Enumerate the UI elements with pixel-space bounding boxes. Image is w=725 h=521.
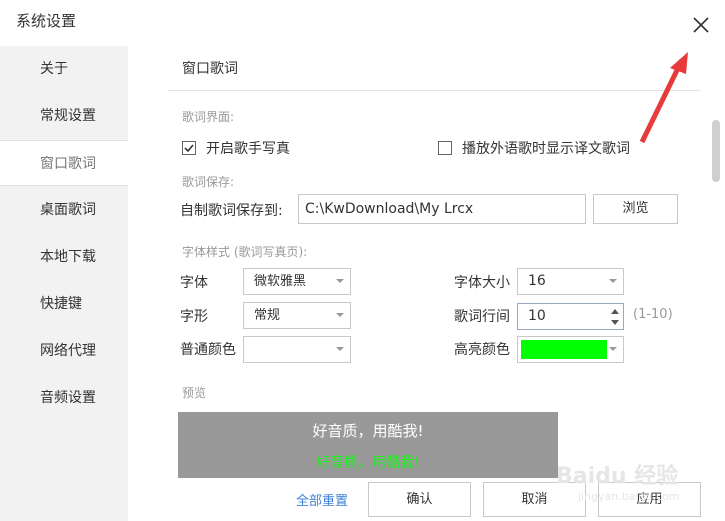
confirm-button[interactable]: 确认 <box>368 482 471 517</box>
font-label: 字体 <box>180 275 208 291</box>
font-style-label: 字体样式 (歌词写真页): <box>182 245 308 259</box>
sidebar: 关于 常规设置 窗口歌词 桌面歌词 本地下载 快捷键 网络代理 音频设置 <box>0 46 128 521</box>
section-divider <box>168 90 700 91</box>
highlight-color-swatch <box>521 340 607 359</box>
font-shape-label: 字形 <box>180 309 208 325</box>
chevron-down-icon <box>336 279 344 283</box>
save-path-input[interactable]: C:\KwDownload\My Lrcx <box>298 194 586 224</box>
lyrics-save-label: 歌词保存: <box>182 175 235 189</box>
font-shape-value: 常规 <box>254 308 281 323</box>
normal-color-picker[interactable] <box>243 336 351 363</box>
sidebar-item-desktop-lyrics[interactable]: 桌面歌词 <box>0 187 128 233</box>
line-spacing-stepper[interactable]: 10 <box>517 303 624 330</box>
font-size-select[interactable]: 16 <box>517 268 624 295</box>
line-spacing-range: (1-10) <box>633 307 673 322</box>
section-title: 窗口歌词 <box>182 61 238 77</box>
chevron-down-icon <box>336 347 344 351</box>
chevron-down-icon <box>609 279 617 283</box>
scrollbar[interactable] <box>712 120 720 182</box>
watermark-sub: jingyan.baidu.com <box>578 490 680 503</box>
preview-line-normal: 好音质，用酷我! <box>312 422 424 440</box>
highlight-color-picker[interactable] <box>517 336 624 363</box>
sidebar-item-local-download[interactable]: 本地下载 <box>0 234 128 280</box>
font-shape-select[interactable]: 常规 <box>243 302 351 329</box>
line-spacing-value: 10 <box>528 308 546 324</box>
font-select-value: 微软雅黑 <box>254 274 307 289</box>
font-size-label: 字体大小 <box>454 275 510 291</box>
sidebar-item-about[interactable]: 关于 <box>0 46 128 92</box>
reset-all-link[interactable]: 全部重置 <box>296 490 348 509</box>
sidebar-item-network-proxy[interactable]: 网络代理 <box>0 328 128 374</box>
translation-label[interactable]: 播放外语歌时显示译文歌词 <box>462 138 630 158</box>
line-spacing-label: 歌词行间 <box>454 309 510 325</box>
highlight-color-label: 高亮颜色 <box>454 342 510 358</box>
preview-label: 预览 <box>182 386 207 400</box>
translation-checkbox[interactable] <box>438 141 452 155</box>
title-bar: 系统设置 <box>0 0 725 46</box>
watermark: Baidu 经验 <box>556 464 679 489</box>
lyrics-preview: 好音质，用酷我! 好音质，用酷我! <box>178 412 558 478</box>
chevron-down-icon <box>609 347 617 351</box>
singer-photo-label[interactable]: 开启歌手写真 <box>206 138 290 158</box>
sidebar-item-audio[interactable]: 音频设置 <box>0 375 128 421</box>
sidebar-item-shortcuts[interactable]: 快捷键 <box>0 281 128 327</box>
singer-photo-checkbox[interactable] <box>182 141 196 155</box>
sidebar-item-window-lyrics[interactable]: 窗口歌词 <box>0 140 128 186</box>
close-icon[interactable] <box>690 14 712 36</box>
chevron-down-icon <box>336 313 344 317</box>
browse-button[interactable]: 浏览 <box>593 194 678 224</box>
preview-line-highlight: 好音质，用酷我! <box>316 455 420 471</box>
window-title: 系统设置 <box>16 12 77 30</box>
annotation-arrow-icon <box>639 52 688 144</box>
font-select[interactable]: 微软雅黑 <box>243 268 351 295</box>
font-size-value: 16 <box>528 273 546 289</box>
save-path-label: 自制歌词保存到: <box>180 203 283 219</box>
settings-panel: 窗口歌词 歌词界面: 开启歌手写真 播放外语歌时显示译文歌词 歌词保存: 自制歌… <box>128 46 708 521</box>
lyrics-ui-label: 歌词界面: <box>182 110 235 124</box>
sidebar-item-general[interactable]: 常规设置 <box>0 93 128 139</box>
stepper-arrows-icon[interactable] <box>611 308 619 326</box>
normal-color-label: 普通颜色 <box>180 342 236 358</box>
